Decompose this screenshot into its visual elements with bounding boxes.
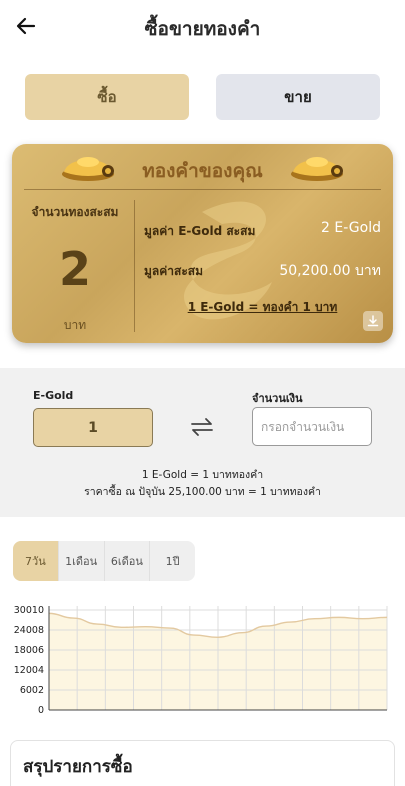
gold-summary-card: ทองคำของคุณ จำนวนทองสะสม 2 บาท มูลค่า E-…	[12, 144, 393, 343]
gold-ingot-icon	[291, 157, 343, 181]
y-tick-label: 6002	[20, 685, 44, 696]
egold-rate-link[interactable]: 1 E-Gold = ทองคำ 1 บาท	[144, 298, 381, 317]
period-tab-7d[interactable]: 7วัน	[13, 541, 59, 581]
period-selector: 7วัน 1เดือน 6เดือน 1ปี	[13, 541, 195, 581]
y-tick-label: 30010	[14, 605, 44, 616]
summary-title: สรุปรายการซื้อ	[23, 757, 133, 777]
egold-input-label: E-Gold	[33, 389, 74, 402]
period-tab-6m[interactable]: 6เดือน	[105, 541, 151, 581]
current-price-note: ราคาซื้อ ณ ปัจุบัน 25,100.00 บาท = 1 บาท…	[84, 486, 321, 498]
tab-buy[interactable]: ซื้อ	[25, 74, 189, 120]
y-tick-label: 24008	[14, 625, 44, 636]
card-divider	[134, 200, 135, 332]
app-header: ซื้อขายทองคำ	[0, 0, 405, 56]
swap-button[interactable]	[188, 415, 216, 439]
download-icon	[367, 315, 379, 327]
period-tab-1m[interactable]: 1เดือน	[59, 541, 105, 581]
download-button[interactable]	[363, 311, 383, 331]
tab-sell[interactable]: ขาย	[216, 74, 380, 120]
swap-arrows-icon	[191, 418, 213, 436]
egold-input[interactable]	[33, 408, 153, 447]
card-divider	[24, 189, 381, 190]
calculator-panel: E-Gold จำนวนเงิน 1 E-Gold = 1 บาททองคำ ร…	[0, 368, 405, 517]
page-title: ซื้อขายทองคำ	[144, 18, 261, 40]
gold-price-chart: 30010 24008 18006 12004 6002 0	[14, 605, 388, 716]
accumulated-gold-label: จำนวนทองสะสม	[31, 205, 119, 219]
period-tab-1y[interactable]: 1ปี	[150, 541, 195, 581]
amount-input-label: จำนวนเงิน	[252, 392, 303, 405]
y-tick-label: 18006	[14, 645, 44, 656]
accumulated-value-label: มูลค่าสะสม	[144, 264, 204, 278]
purchase-summary-card: สรุปรายการซื้อ	[10, 740, 395, 786]
amount-input[interactable]	[252, 407, 372, 446]
y-tick-label: 12004	[14, 665, 44, 676]
conversion-note: 1 E-Gold = 1 บาททองคำ	[141, 469, 264, 481]
egold-value: 2 E-Gold	[321, 220, 381, 236]
accumulated-value-amount: 50,200.00 บาท	[279, 263, 381, 279]
egold-value-label: มูลค่า E-Gold สะสม	[144, 224, 256, 238]
y-tick-label: 0	[38, 705, 44, 716]
accumulated-gold-unit: บาท	[63, 318, 87, 332]
accumulated-gold-value: 2	[58, 242, 91, 296]
